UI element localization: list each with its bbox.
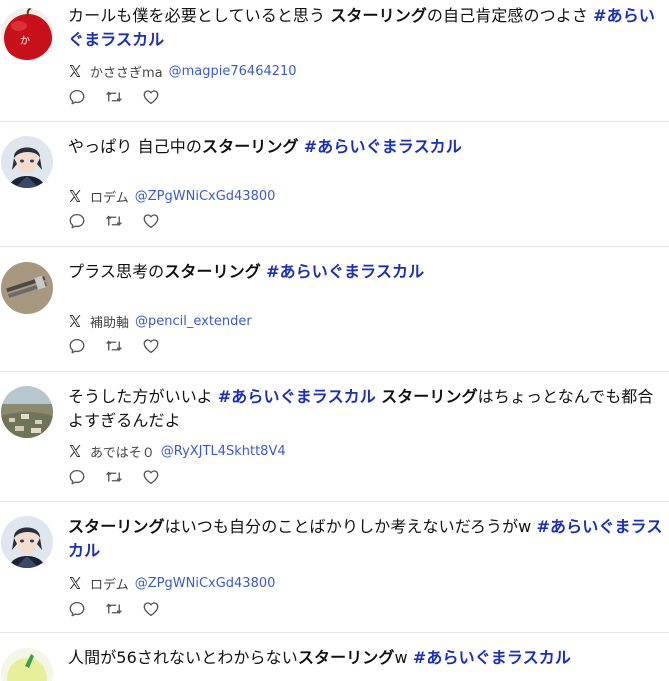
retweet-icon[interactable]	[105, 600, 123, 618]
avatar[interactable]	[1, 516, 53, 568]
post-text-segment: やっぱり 自己中の	[68, 137, 202, 156]
post-text: 人間が56されないとわからないスターリングw #あらいぐまラスカル	[68, 646, 663, 670]
post-text: スターリングはいつも自分のことばかりしか考えないだろうがw #あらいぐまラスカル	[68, 515, 663, 563]
social-feed: か カールも僕を必要としていると思う スターリングの自己肯定感のつよさ #あらい…	[0, 0, 669, 681]
anime-character-avatar-image	[1, 136, 53, 188]
post-actions	[68, 600, 179, 618]
avatar[interactable]	[1, 648, 53, 681]
post-card: プラス思考のスターリング #あらいぐまラスカル 補助軸 @pencil_exte…	[0, 247, 669, 372]
x-logo-icon	[68, 314, 82, 328]
post-card: か カールも僕を必要としていると思う スターリングの自己肯定感のつよさ #あらい…	[0, 0, 669, 122]
post-text-segment: プラス思考の	[68, 262, 165, 281]
avatar[interactable]: か	[1, 8, 53, 60]
highlighted-keyword: スターリング	[164, 262, 261, 281]
post-source: ロデム @ZPgWNiCxGd43800	[68, 574, 276, 593]
post-text-segment: の自己肯定感のつよさ	[426, 6, 594, 25]
user-handle[interactable]: @RyXJTL4Skhtt8V4	[161, 444, 286, 459]
post-card: やっぱり 自己中のスターリング #あらいぐまラスカル ロデム @ZPgWNiCx…	[0, 122, 669, 247]
reply-icon[interactable]	[68, 88, 86, 106]
display-name: ロデム	[90, 577, 129, 593]
hashtag-link[interactable]: #あらいぐまラスカル	[413, 648, 571, 667]
reply-icon[interactable]	[68, 337, 86, 355]
retweet-icon[interactable]	[105, 212, 123, 230]
post-text: やっぱり 自己中のスターリング #あらいぐまラスカル	[68, 135, 663, 159]
post-source: 補助軸 @pencil_extender	[68, 312, 252, 331]
aerial-city-avatar-image	[1, 386, 53, 438]
highlighted-keyword: スターリング	[297, 648, 395, 667]
user-handle[interactable]: @magpie76464210	[169, 64, 297, 79]
hashtag-link[interactable]: #あらいぐまラスカル	[304, 137, 462, 156]
post-text-segment: はいつも自分のことばかりしか考えないだろうがw	[164, 517, 537, 536]
reply-icon[interactable]	[68, 468, 86, 486]
post-text-segment: w	[394, 648, 413, 667]
display-name: かささぎma	[90, 65, 163, 81]
post-actions	[68, 337, 179, 355]
heart-icon[interactable]	[142, 600, 160, 618]
yellow-green-avatar-image	[1, 648, 53, 681]
pencils-avatar-image	[1, 262, 53, 314]
highlighted-keyword: スターリング	[202, 137, 299, 156]
avatar[interactable]	[1, 386, 53, 438]
reply-icon[interactable]	[68, 600, 86, 618]
x-logo-icon	[68, 444, 82, 458]
red-apple-avatar-image: か	[1, 8, 53, 60]
post-source: かささぎma @magpie76464210	[68, 62, 297, 81]
x-logo-icon	[68, 576, 82, 590]
display-name: ロデム	[90, 190, 129, 206]
post-source: ロデム @ZPgWNiCxGd43800	[68, 187, 276, 206]
avatar[interactable]	[1, 262, 53, 314]
user-handle[interactable]: @pencil_extender	[135, 314, 252, 329]
post-text-segment: カールも僕を必要としていると思う	[68, 6, 331, 25]
avatar[interactable]	[1, 136, 53, 188]
highlighted-keyword: スターリング	[68, 517, 165, 536]
post-text: カールも僕を必要としていると思う スターリングの自己肯定感のつよさ #あらいぐま…	[68, 4, 663, 52]
post-text: そうした方がいいよ #あらいぐまラスカル スターリングはちょっとなんでも都合よす…	[68, 385, 663, 433]
post-actions	[68, 88, 179, 106]
reply-icon[interactable]	[68, 212, 86, 230]
retweet-icon[interactable]	[105, 468, 123, 486]
post-text-segment: そうした方がいいよ	[68, 387, 218, 406]
user-handle[interactable]: @ZPgWNiCxGd43800	[135, 189, 276, 204]
post-source: あではそ０ @RyXJTL4Skhtt8V4	[68, 442, 286, 461]
x-logo-icon	[68, 189, 82, 203]
post-card: 人間が56されないとわからないスターリングw #あらいぐまラスカル	[0, 633, 669, 681]
post-card: スターリングはいつも自分のことばかりしか考えないだろうがw #あらいぐまラスカル…	[0, 502, 669, 633]
retweet-icon[interactable]	[105, 337, 123, 355]
display-name: 補助軸	[90, 315, 130, 331]
heart-icon[interactable]	[142, 337, 160, 355]
heart-icon[interactable]	[142, 88, 160, 106]
highlighted-keyword: スターリング	[381, 387, 478, 406]
heart-icon[interactable]	[142, 212, 160, 230]
heart-icon[interactable]	[142, 468, 160, 486]
hashtag-link[interactable]: #あらいぐまラスカル	[266, 262, 424, 281]
highlighted-keyword: スターリング	[330, 6, 427, 25]
post-text: プラス思考のスターリング #あらいぐまラスカル	[68, 260, 663, 284]
retweet-icon[interactable]	[105, 88, 123, 106]
x-logo-icon	[68, 64, 82, 78]
post-card: そうした方がいいよ #あらいぐまラスカル スターリングはちょっとなんでも都合よす…	[0, 372, 669, 502]
svg-text:か: か	[20, 35, 30, 47]
anime-character-avatar-image	[1, 516, 53, 568]
user-handle[interactable]: @ZPgWNiCxGd43800	[135, 576, 276, 591]
display-name: あではそ０	[90, 445, 155, 461]
post-actions	[68, 212, 179, 230]
post-text-segment: 人間が56されないとわからない	[68, 648, 298, 667]
post-actions	[68, 468, 179, 486]
hashtag-link[interactable]: #あらいぐまラスカル	[218, 387, 376, 406]
